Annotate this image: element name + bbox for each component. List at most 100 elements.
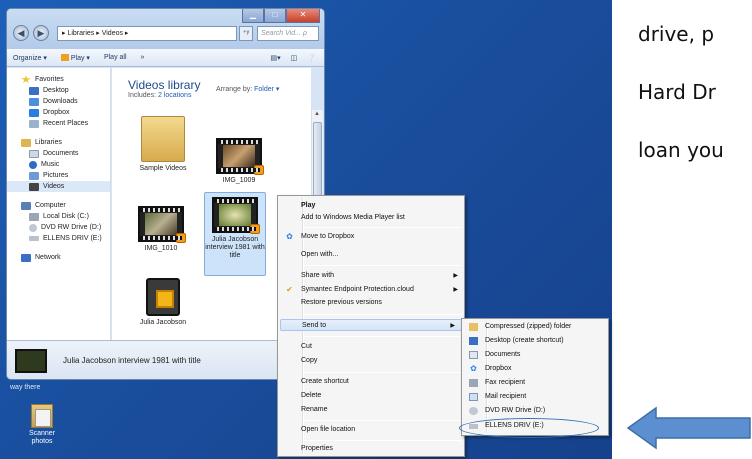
menu-item-restore-versions[interactable]: Restore previous versions	[278, 297, 464, 309]
nav-item-dropbox[interactable]: Dropbox	[7, 107, 110, 118]
submenu-arrow-icon: ▶	[453, 287, 458, 293]
back-button[interactable]: ◀	[13, 25, 29, 41]
nav-item-local-disk[interactable]: Local Disk (C:)	[7, 211, 110, 222]
sendto-fax-recipient[interactable]: Fax recipient	[462, 377, 608, 389]
dropbox-icon	[29, 108, 39, 117]
pointing-arrow-icon	[626, 406, 751, 450]
view-options-icon[interactable]: ▤▾	[271, 54, 281, 62]
minimize-button[interactable]: ▁	[242, 9, 264, 23]
sendto-documents[interactable]: Documents	[462, 349, 608, 361]
menu-item-rename[interactable]: Rename	[278, 404, 464, 416]
title-bar: ▁ □ ✕ ◀ ▶ ▸ Libraries ▸ Videos ▸ ⁺ʸ Sear…	[7, 9, 324, 49]
menu-item-create-shortcut[interactable]: Create shortcut	[278, 376, 464, 388]
help-icon[interactable]: ❔	[307, 54, 316, 62]
hard-disk-icon	[29, 212, 39, 221]
details-thumbnail	[15, 349, 47, 373]
video-thumbnail-icon	[212, 197, 260, 234]
network-icon	[21, 253, 31, 262]
arrange-by-dropdown[interactable]: Folder ▾	[254, 86, 279, 93]
navigation-pane: Favorites Desktop Downloads Dropbox Rece…	[7, 68, 111, 340]
nav-item-desktop[interactable]: Desktop	[7, 85, 110, 96]
organize-button[interactable]: Organize ▾	[13, 54, 47, 62]
videos-icon	[29, 182, 39, 191]
check-icon: ✔	[286, 285, 293, 294]
computer-icon	[21, 201, 31, 210]
nav-item-recent-places[interactable]: Recent Places	[7, 118, 110, 129]
desktop-icon-label: Scanner photos	[28, 430, 56, 445]
video-thumbnail-icon	[138, 206, 186, 243]
desktop-partial-text: way there	[10, 384, 41, 391]
library-title: Videos library	[128, 78, 201, 92]
nav-computer[interactable]: Computer	[7, 200, 110, 211]
menu-item-open-with[interactable]: Open with...	[278, 249, 464, 261]
play-all-button[interactable]: Play all	[104, 54, 127, 61]
menu-item-send-to[interactable]: Send to ▶	[280, 319, 462, 331]
desktop-icon	[29, 86, 39, 95]
video-thumbnail-icon	[216, 138, 264, 175]
toolbar: Organize ▾ Play ▾ Play all » ▤▾ ◫ ❔	[7, 49, 324, 67]
search-input[interactable]: Search Vid... ρ	[257, 26, 319, 41]
nav-item-ellens-drive[interactable]: ELLENS DRIV (E:)	[7, 233, 110, 244]
dropbox-icon: ✿	[286, 232, 293, 241]
recent-places-icon	[29, 119, 39, 128]
context-menu: Play Add to Windows Media Player list ✿ M…	[277, 195, 465, 457]
menu-item-share-with[interactable]: Share with ▶	[278, 270, 464, 282]
more-button[interactable]: »	[141, 54, 145, 61]
submenu-arrow-icon: ▶	[450, 323, 455, 329]
file-tile-sample-videos[interactable]: Sample Videos	[132, 116, 194, 173]
nav-favorites[interactable]: Favorites	[7, 74, 110, 85]
desktop-icon-scanner-photos[interactable]: Scanner photos	[22, 404, 62, 446]
nav-network[interactable]: Network	[7, 252, 110, 263]
menu-item-open-file-location[interactable]: Open file location	[278, 424, 464, 436]
folder-icon	[141, 116, 185, 162]
refresh-button[interactable]: ⁺ʸ	[239, 26, 253, 41]
dropbox-icon: ✿	[470, 364, 477, 373]
close-button[interactable]: ✕	[286, 9, 320, 23]
document-line-3: loan you	[638, 138, 724, 162]
menu-item-delete[interactable]: Delete	[278, 390, 464, 402]
window-controls: ▁ □ ✕	[242, 9, 320, 23]
highlight-oval	[459, 418, 599, 438]
file-tile-img-1010[interactable]: IMG_1010	[130, 206, 192, 253]
nav-item-documents[interactable]: Documents	[7, 148, 110, 159]
menu-item-play[interactable]: Play	[278, 200, 464, 212]
maximize-button[interactable]: □	[264, 9, 286, 23]
menu-item-symantec[interactable]: ✔ Symantec Endpoint Protection.cloud ▶	[278, 284, 464, 296]
file-tile-julia-jacobson[interactable]: Julia Jacobson	[132, 278, 194, 327]
menu-item-copy[interactable]: Copy	[278, 355, 464, 367]
dvd-icon	[29, 223, 37, 232]
menu-item-properties[interactable]: Properties	[278, 443, 464, 455]
forward-button[interactable]: ▶	[33, 25, 49, 41]
sendto-dropbox[interactable]: ✿ Dropbox	[462, 363, 608, 375]
usb-drive-icon	[29, 236, 39, 241]
documents-icon	[29, 149, 39, 158]
libraries-icon	[21, 138, 31, 147]
downloads-icon	[29, 97, 39, 106]
address-bar[interactable]: ▸ Libraries ▸ Videos ▸	[57, 26, 237, 41]
preview-pane-icon[interactable]: ◫	[291, 54, 298, 62]
play-label: Play ▾	[70, 54, 90, 62]
locations-link[interactable]: 2 locations	[158, 92, 191, 99]
arrange-by: Arrange by: Folder ▾	[216, 86, 280, 93]
menu-item-add-to-wmp[interactable]: Add to Windows Media Player list	[278, 212, 464, 224]
file-tile-julia-jacobson-interview[interactable]: Julia Jacobson interview 1981 with title	[204, 192, 266, 276]
nav-libraries[interactable]: Libraries	[7, 137, 110, 148]
sendto-dvd-drive[interactable]: DVD RW Drive (D:)	[462, 405, 608, 417]
file-tile-img-1009[interactable]: IMG_1009	[208, 138, 270, 185]
nav-item-music[interactable]: Music	[7, 159, 110, 170]
scroll-up-icon[interactable]: ▲	[314, 111, 320, 117]
menu-item-cut[interactable]: Cut	[278, 341, 464, 353]
documents-icon	[469, 351, 478, 359]
sendto-mail-recipient[interactable]: Mail recipient	[462, 391, 608, 403]
sendto-desktop[interactable]: Desktop (create shortcut)	[462, 335, 608, 347]
pictures-icon	[29, 171, 39, 180]
nav-item-pictures[interactable]: Pictures	[7, 170, 110, 181]
menu-item-move-to-dropbox[interactable]: ✿ Move to Dropbox	[278, 231, 464, 243]
nav-item-dvd-drive[interactable]: DVD RW Drive (D:)	[7, 222, 110, 233]
sendto-compressed-folder[interactable]: Compressed (zipped) folder	[462, 321, 608, 333]
nav-item-downloads[interactable]: Downloads	[7, 96, 110, 107]
nav-item-videos[interactable]: Videos	[7, 181, 110, 192]
mail-icon	[469, 393, 478, 401]
submenu-arrow-icon: ▶	[453, 273, 458, 279]
play-button[interactable]: Play ▾	[60, 53, 90, 62]
